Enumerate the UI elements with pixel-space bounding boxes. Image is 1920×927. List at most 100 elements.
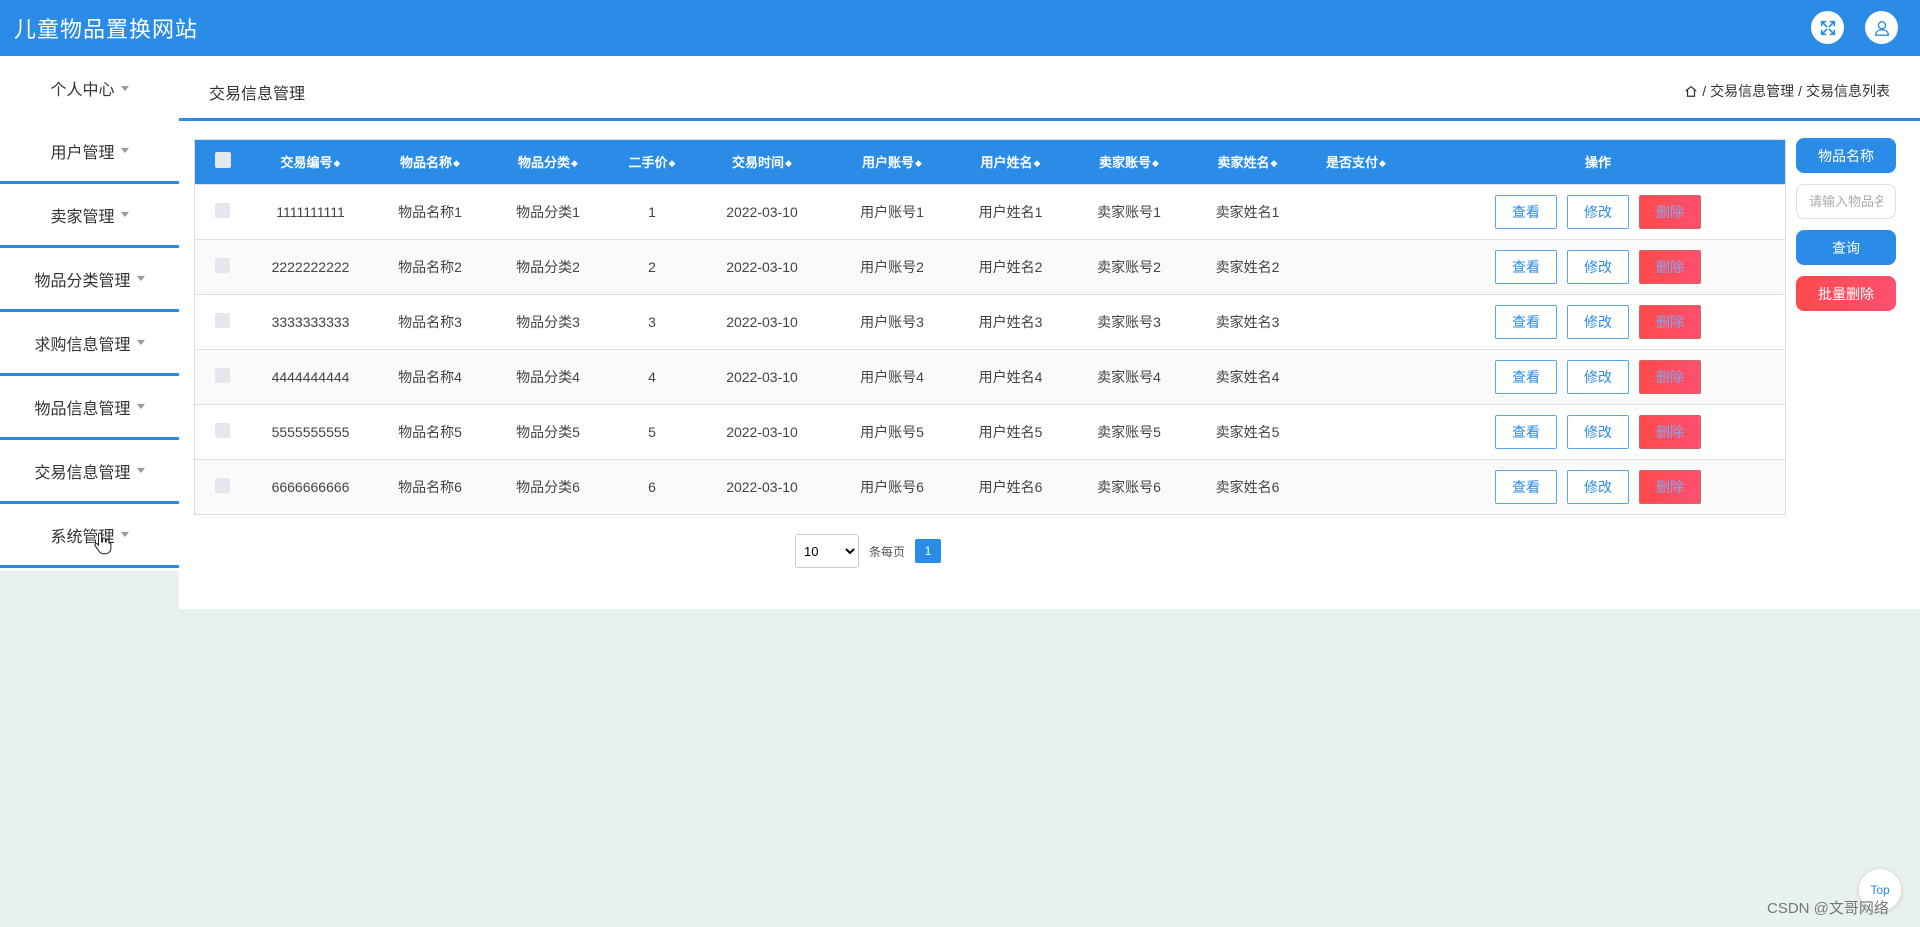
sort-icon[interactable]: ◆ xyxy=(1034,158,1041,169)
table-cell: 2 xyxy=(648,258,656,275)
sidebar-item-label: 卖家管理 xyxy=(50,208,115,226)
hand-cursor-icon xyxy=(94,532,112,555)
edit-button[interactable]: 修改 xyxy=(1567,194,1629,229)
column-header[interactable]: 是否支付◆ xyxy=(1301,140,1411,184)
sort-icon[interactable]: ◆ xyxy=(334,158,341,169)
table-cell: 物品名称2 xyxy=(398,258,462,275)
table-cell: 2022-03-10 xyxy=(726,478,798,495)
column-header[interactable]: 交易时间◆ xyxy=(697,140,827,184)
table-cell: 物品名称5 xyxy=(398,423,462,440)
page-size-select[interactable]: 10 xyxy=(795,534,859,568)
edit-button[interactable]: 修改 xyxy=(1567,249,1629,284)
table-cell xyxy=(1301,404,1411,459)
row-select-cell xyxy=(195,349,250,404)
sidebar-item-transaction-management[interactable]: 交易信息管理 xyxy=(0,440,179,504)
table-cell: 物品分类5 xyxy=(516,423,580,440)
column-header[interactable]: 用户姓名◆ xyxy=(957,140,1064,184)
sidebar-item-wanted-management[interactable]: 求购信息管理 xyxy=(0,312,179,376)
row-checkbox[interactable] xyxy=(215,422,230,438)
edit-button[interactable]: 修改 xyxy=(1567,469,1629,504)
caret-down-icon xyxy=(136,468,145,473)
column-header[interactable]: 二手价◆ xyxy=(607,140,697,184)
user-icon[interactable] xyxy=(1865,11,1898,44)
search-input[interactable] xyxy=(1796,184,1896,219)
sidebar-item-personal-center[interactable]: 个人中心 xyxy=(0,56,179,120)
table-cell: 用户账号6 xyxy=(860,478,924,495)
table-cell: 2022-03-10 xyxy=(726,368,798,385)
delete-button[interactable]: 删除 xyxy=(1639,414,1701,449)
search-panel: 物品名称 查询 批量删除 xyxy=(1796,138,1896,311)
caret-down-icon xyxy=(136,404,145,409)
row-checkbox[interactable] xyxy=(215,477,230,493)
row-checkbox[interactable] xyxy=(215,202,230,218)
sort-icon[interactable]: ◆ xyxy=(1271,158,1278,169)
column-header[interactable]: 交易编号◆ xyxy=(250,140,371,184)
table-cell: 卖家账号1 xyxy=(1097,203,1161,220)
table-cell: 用户姓名4 xyxy=(978,368,1043,385)
column-header[interactable]: 用户账号◆ xyxy=(827,140,957,184)
query-button[interactable]: 查询 xyxy=(1796,230,1896,265)
table-row: 5555555555 物品名称5 物品分类5 5 2022-03-10 用户账号5 用户姓名… xyxy=(195,404,1785,459)
fullscreen-icon[interactable] xyxy=(1811,11,1844,44)
delete-button[interactable]: 删除 xyxy=(1639,304,1701,339)
column-header[interactable]: 卖家姓名◆ xyxy=(1194,140,1301,184)
edit-button[interactable]: 修改 xyxy=(1567,359,1629,394)
column-header-label: 用户姓名 xyxy=(980,155,1033,171)
delete-button[interactable]: 删除 xyxy=(1639,249,1701,284)
row-select-cell xyxy=(195,294,250,349)
table-cell: 用户账号5 xyxy=(860,423,924,440)
breadcrumb-item[interactable]: 交易信息管理 xyxy=(1710,81,1794,101)
table-row: 6666666666 物品名称6 物品分类6 6 2022-03-10 用户账号6 用户姓名… xyxy=(195,459,1785,514)
sort-icon[interactable]: ◆ xyxy=(785,158,792,169)
edit-button[interactable]: 修改 xyxy=(1567,414,1629,449)
sidebar-item-seller-management[interactable]: 卖家管理 xyxy=(0,184,179,248)
row-select-cell xyxy=(195,239,250,294)
page-number-button[interactable]: 1 xyxy=(915,539,942,563)
view-button[interactable]: 查看 xyxy=(1495,304,1557,339)
sort-icon[interactable]: ◆ xyxy=(1152,158,1159,169)
sidebar-item-goods-management[interactable]: 物品信息管理 xyxy=(0,376,179,440)
sort-icon[interactable]: ◆ xyxy=(571,158,578,169)
sort-icon[interactable]: ◆ xyxy=(453,158,460,169)
row-checkbox[interactable] xyxy=(215,312,230,328)
select-all-checkbox[interactable] xyxy=(214,152,231,169)
batch-delete-button[interactable]: 批量删除 xyxy=(1796,276,1896,311)
table-cell: 物品名称6 xyxy=(398,478,462,495)
delete-button[interactable]: 删除 xyxy=(1639,194,1701,229)
sort-icon[interactable]: ◆ xyxy=(1379,158,1386,169)
view-button[interactable]: 查看 xyxy=(1495,194,1557,229)
table-row: 1111111111 物品名称1 物品分类1 1 2022-03-10 用户账号1 用户姓名… xyxy=(195,184,1785,239)
view-button[interactable]: 查看 xyxy=(1495,359,1557,394)
column-header-label: 卖家账号 xyxy=(1099,155,1152,171)
data-table: 交易编号◆ 物品名称◆ 物品分类◆ 二手价◆ 交易时间◆ 用户账号◆ 用户姓名◆… xyxy=(194,139,1786,515)
row-checkbox[interactable] xyxy=(215,257,230,273)
table-cell: 6 xyxy=(648,478,656,495)
row-actions-cell: 查看 修改 删除 xyxy=(1411,459,1785,514)
search-field-label: 物品名称 xyxy=(1796,138,1896,173)
column-header-label: 用户账号 xyxy=(862,155,915,171)
column-header[interactable]: 物品名称◆ xyxy=(371,140,489,184)
delete-button[interactable]: 删除 xyxy=(1639,359,1701,394)
caret-down-icon xyxy=(136,276,145,281)
column-header[interactable]: 物品分类◆ xyxy=(489,140,607,184)
view-button[interactable]: 查看 xyxy=(1495,414,1557,449)
delete-button[interactable]: 删除 xyxy=(1639,469,1701,504)
table-cell xyxy=(1301,294,1411,349)
sidebar-item-category-management[interactable]: 物品分类管理 xyxy=(0,248,179,312)
sidebar-item-user-management[interactable]: 用户管理 xyxy=(0,120,179,184)
sort-icon[interactable]: ◆ xyxy=(669,158,676,169)
table-header-row: 交易编号◆ 物品名称◆ 物品分类◆ 二手价◆ 交易时间◆ 用户账号◆ 用户姓名◆… xyxy=(195,140,1785,184)
view-button[interactable]: 查看 xyxy=(1495,249,1557,284)
table-cell: 卖家账号3 xyxy=(1097,313,1161,330)
row-checkbox[interactable] xyxy=(215,367,230,383)
table-cell xyxy=(1301,349,1411,404)
table-row: 2222222222 物品名称2 物品分类2 2 2022-03-10 用户账号2 用户姓名… xyxy=(195,239,1785,294)
sidebar-item-system-management[interactable]: 系统管理 xyxy=(0,504,179,568)
table-cell: 4 xyxy=(648,368,656,385)
edit-button[interactable]: 修改 xyxy=(1567,304,1629,339)
home-icon[interactable] xyxy=(1684,84,1698,98)
sort-icon[interactable]: ◆ xyxy=(915,158,922,169)
view-button[interactable]: 查看 xyxy=(1495,469,1557,504)
column-header[interactable]: 卖家账号◆ xyxy=(1064,140,1194,184)
breadcrumb-item: 交易信息列表 xyxy=(1806,83,1890,99)
